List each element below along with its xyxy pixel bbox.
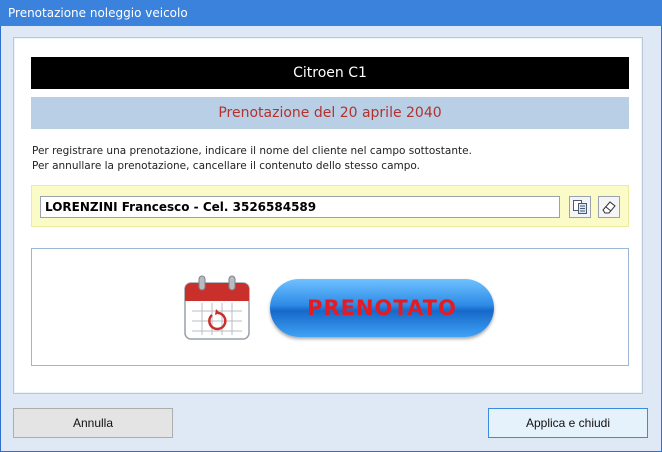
vehicle-name-header: Citroen C1 (31, 57, 629, 89)
window-client-area: Citroen C1 Prenotazione del 20 aprile 20… (1, 26, 661, 451)
cancel-button[interactable]: Annulla (13, 408, 173, 438)
copy-icon (573, 200, 587, 214)
window-title: Prenotazione noleggio veicolo (8, 6, 188, 20)
booking-panel: Citroen C1 Prenotazione del 20 aprile 20… (13, 37, 643, 394)
booking-window: Prenotazione noleggio veicolo Citroen C1… (0, 0, 662, 452)
copy-button[interactable] (569, 196, 591, 218)
client-field-container (31, 185, 629, 227)
instruction-text: Per annullare la prenotazione, cancellar… (32, 160, 420, 172)
apply-close-button[interactable]: Applica e chiudi (488, 408, 648, 438)
clear-button[interactable] (598, 196, 620, 218)
title-bar: Prenotazione noleggio veicolo (0, 0, 662, 26)
calendar-icon (184, 275, 250, 340)
eraser-icon (602, 201, 616, 214)
booking-status-area: PRENOTATO (31, 248, 629, 366)
client-name-input[interactable] (40, 196, 560, 218)
booking-date-header: Prenotazione del 20 aprile 2040 (31, 97, 629, 129)
booked-status-badge: PRENOTATO (270, 279, 494, 337)
booked-status-label: PRENOTATO (307, 296, 457, 320)
instruction-text: Per registrare una prenotazione, indicar… (32, 145, 472, 157)
